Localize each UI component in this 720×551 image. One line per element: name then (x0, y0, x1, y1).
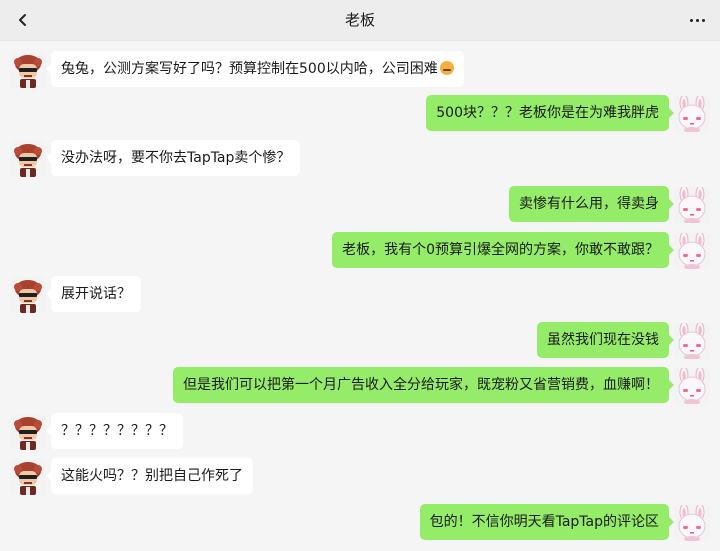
message-bubble[interactable]: 这能火吗？？别把自己作死了 (46, 458, 253, 494)
message-list[interactable]: 兔兔，公测方案写好了吗？预算控制在500以内哈，公司困难 500块？？？老板你是… (0, 40, 720, 551)
boss-avatar[interactable] (10, 459, 46, 495)
boss-avatar[interactable] (10, 52, 46, 88)
message-row: 兔兔，公测方案写好了吗？预算控制在500以内哈，公司困难 (0, 51, 720, 89)
message-row: 这能火吗？？别把自己作死了 (0, 458, 720, 496)
user-avatar[interactable] (674, 505, 710, 541)
message-row: 包的！不信你明天看TapTap的评论区 (0, 504, 720, 542)
message-bubble[interactable]: 兔兔，公测方案写好了吗？预算控制在500以内哈，公司困难 (46, 51, 464, 87)
more-button[interactable] (686, 9, 708, 31)
message-bubble[interactable]: 虽然我们现在没钱 (537, 322, 674, 358)
message-row: 虽然我们现在没钱 (0, 322, 720, 360)
user-avatar[interactable] (674, 96, 710, 132)
message-row: ？？？？？？？？ (0, 413, 720, 451)
chat-title: 老板 (344, 11, 375, 29)
message-bubble[interactable]: 展开说话？ (46, 276, 141, 312)
message-bubble[interactable]: 卖惨有什么用，得卖身 (509, 186, 674, 222)
message-row: 但是我们可以把第一个月广告收入全分给玩家，既宠粉又省营销费，血赚啊！ (0, 367, 720, 405)
user-avatar[interactable] (674, 233, 710, 269)
message-row: 500块？？？老板你是在为难我胖虎 (0, 95, 720, 133)
message-bubble[interactable]: 但是我们可以把第一个月广告收入全分给玩家，既宠粉又省营销费，血赚啊！ (173, 367, 674, 403)
message-row: 老板，我有个0预算引爆全网的方案，你敢不敢跟？ (0, 232, 720, 270)
message-row: 卖惨有什么用，得卖身 (0, 186, 720, 224)
sad-face-emoji-icon (439, 61, 454, 75)
message-row: 展开说话？ (0, 276, 720, 314)
boss-avatar[interactable] (10, 141, 46, 177)
boss-avatar[interactable] (10, 277, 46, 313)
message-row: 没办法呀，要不你去TapTap卖个惨？ (0, 140, 720, 178)
message-bubble[interactable]: ？？？？？？？？ (46, 413, 183, 449)
message-bubble[interactable]: 包的！不信你明天看TapTap的评论区 (419, 504, 675, 540)
user-avatar[interactable] (674, 368, 710, 404)
message-bubble[interactable]: 没办法呀，要不你去TapTap卖个惨？ (45, 140, 301, 176)
message-bubble[interactable]: 老板，我有个0预算引爆全网的方案，你敢不敢跟？ (332, 232, 674, 268)
more-icon (689, 18, 693, 22)
message-bubble[interactable]: 500块？？？老板你是在为难我胖虎 (426, 95, 674, 131)
boss-avatar[interactable] (10, 414, 46, 450)
user-avatar[interactable] (674, 323, 710, 359)
user-avatar[interactable] (674, 187, 710, 223)
chat-header: 老板 (0, 0, 720, 41)
message-text: 兔兔，公测方案写好了吗？预算控制在500以内哈，公司困难 (61, 61, 438, 77)
